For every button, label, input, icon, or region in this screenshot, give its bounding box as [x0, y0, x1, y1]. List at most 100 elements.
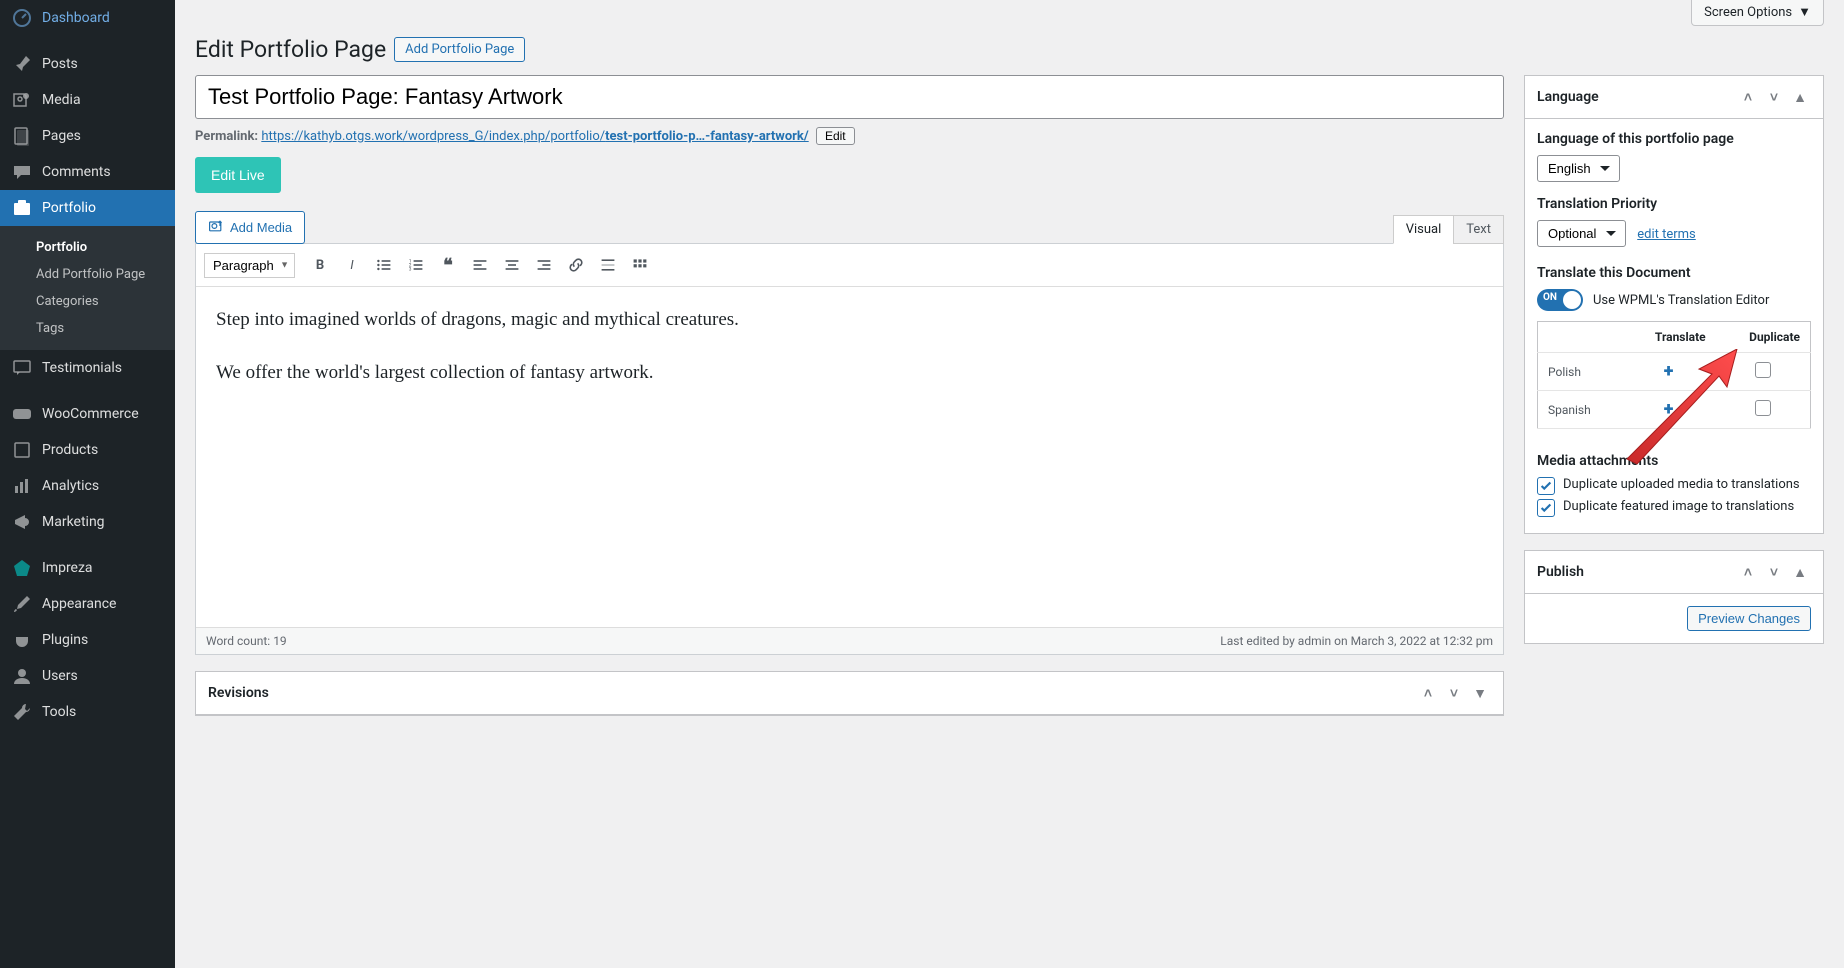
post-title-input[interactable]: [195, 75, 1504, 119]
tab-text[interactable]: Text: [1453, 215, 1504, 244]
move-down-button[interactable]: ˅: [1763, 86, 1785, 108]
menu-comments[interactable]: Comments: [0, 154, 175, 190]
menu-label: Pages: [42, 128, 81, 144]
menu-plugins[interactable]: Plugins: [0, 622, 175, 658]
move-up-button[interactable]: ˄: [1417, 682, 1439, 704]
menu-label: Testimonials: [42, 360, 122, 376]
translate-doc-label: Translate this Document: [1537, 265, 1811, 281]
duplicate-checkbox[interactable]: [1755, 362, 1771, 378]
tab-visual[interactable]: Visual: [1393, 215, 1455, 244]
block-format-select[interactable]: Paragraph: [204, 253, 295, 278]
menu-label: Impreza: [42, 560, 93, 576]
translate-plus-icon[interactable]: +: [1664, 399, 1674, 420]
menu-label: Marketing: [42, 514, 105, 530]
bullet-list-button[interactable]: [369, 250, 399, 280]
toggle-panel-button[interactable]: ▲: [1789, 86, 1811, 108]
dup-media-label: Duplicate uploaded media to translations: [1563, 477, 1800, 492]
menu-impreza[interactable]: Impreza: [0, 550, 175, 586]
duplicate-checkbox[interactable]: [1755, 400, 1771, 416]
bold-button[interactable]: B: [305, 250, 335, 280]
brush-icon: [12, 594, 32, 614]
menu-users[interactable]: Users: [0, 658, 175, 694]
menu-woocommerce[interactable]: WooCommerce: [0, 396, 175, 432]
last-edited: Last edited by admin on March 3, 2022 at…: [1220, 634, 1493, 648]
menu-posts[interactable]: Posts: [0, 46, 175, 82]
submenu-portfolio-list[interactable]: Portfolio: [0, 234, 175, 261]
italic-button[interactable]: I: [337, 250, 367, 280]
svg-text:3: 3: [409, 267, 412, 273]
pin-icon: [12, 54, 32, 74]
menu-products[interactable]: Products: [0, 432, 175, 468]
add-portfolio-page-button[interactable]: Add Portfolio Page: [394, 37, 525, 62]
menu-label: Plugins: [42, 632, 88, 648]
menu-appearance[interactable]: Appearance: [0, 586, 175, 622]
toggle-panel-button[interactable]: ▲: [1789, 561, 1811, 583]
pages-icon: [12, 126, 32, 146]
move-up-button[interactable]: ˄: [1737, 86, 1759, 108]
move-down-button[interactable]: ˅: [1443, 682, 1465, 704]
publish-title: Publish: [1537, 564, 1584, 580]
edit-terms-link[interactable]: edit terms: [1637, 227, 1696, 242]
dashboard-icon: [12, 8, 32, 28]
align-center-button[interactable]: [497, 250, 527, 280]
chevron-down-icon: ▼: [1798, 4, 1811, 20]
add-media-button[interactable]: Add Media: [195, 211, 305, 244]
menu-tools[interactable]: Tools: [0, 694, 175, 730]
permalink-link[interactable]: https://kathyb.otgs.work/wordpress_G/ind…: [261, 129, 808, 144]
toggle-panel-button[interactable]: ▼: [1469, 682, 1491, 704]
edit-slug-button[interactable]: Edit: [816, 127, 855, 145]
revisions-panel: Revisions ˄ ˅ ▼: [195, 671, 1504, 716]
lang-name: Polish: [1538, 353, 1622, 391]
toggle-label: Use WPML's Translation Editor: [1593, 293, 1769, 308]
readmore-button[interactable]: [593, 250, 623, 280]
testimonial-icon: [12, 358, 32, 378]
link-button[interactable]: [561, 250, 591, 280]
admin-sidebar: Dashboard Posts Media Pages Comments Por…: [0, 0, 175, 968]
dup-media-checkbox[interactable]: [1537, 477, 1555, 495]
edit-live-button[interactable]: Edit Live: [195, 157, 281, 193]
dup-featured-checkbox[interactable]: [1537, 499, 1555, 517]
priority-select[interactable]: Optional: [1537, 220, 1626, 247]
translation-editor-toggle[interactable]: [1537, 289, 1583, 311]
menu-portfolio[interactable]: Portfolio: [0, 190, 175, 226]
toolbar-toggle-button[interactable]: [625, 250, 655, 280]
woocommerce-icon: [12, 404, 32, 424]
move-down-button[interactable]: ˅: [1763, 561, 1785, 583]
media-icon: [12, 90, 32, 110]
content-editor[interactable]: Step into imagined worlds of dragons, ma…: [196, 287, 1503, 627]
wrench-icon: [12, 702, 32, 722]
menu-label: Users: [42, 668, 78, 684]
blockquote-button[interactable]: ❝: [433, 250, 463, 280]
align-left-button[interactable]: [465, 250, 495, 280]
menu-media[interactable]: Media: [0, 82, 175, 118]
align-right-button[interactable]: [529, 250, 559, 280]
priority-label: Translation Priority: [1537, 196, 1811, 212]
publish-panel: Publish ˄ ˅ ▲ Preview Changes: [1524, 550, 1824, 644]
add-media-label: Add Media: [230, 220, 292, 235]
numbered-list-button[interactable]: 123: [401, 250, 431, 280]
menu-label: Dashboard: [42, 10, 110, 26]
comment-icon: [12, 162, 32, 182]
screen-options-button[interactable]: Screen Options ▼: [1691, 0, 1824, 26]
menu-testimonials[interactable]: Testimonials: [0, 350, 175, 386]
page-title: Edit Portfolio Page: [195, 36, 386, 63]
camera-icon: [208, 218, 224, 237]
submenu-portfolio-categories[interactable]: Categories: [0, 288, 175, 315]
revisions-title: Revisions: [208, 685, 269, 701]
submenu-portfolio-add[interactable]: Add Portfolio Page: [0, 261, 175, 288]
translate-plus-icon[interactable]: +: [1664, 361, 1674, 382]
submenu-portfolio-tags[interactable]: Tags: [0, 315, 175, 342]
menu-dashboard[interactable]: Dashboard: [0, 0, 175, 36]
media-attachments-label: Media attachments: [1537, 453, 1811, 469]
editor-box: Paragraph B I 123 ❝ Step in: [195, 243, 1504, 655]
submenu-portfolio: Portfolio Add Portfolio Page Categories …: [0, 226, 175, 350]
language-select[interactable]: English: [1537, 155, 1620, 182]
th-translate: Translate: [1622, 322, 1716, 353]
menu-marketing[interactable]: Marketing: [0, 504, 175, 540]
preview-changes-button[interactable]: Preview Changes: [1687, 606, 1811, 631]
move-up-button[interactable]: ˄: [1737, 561, 1759, 583]
menu-label: WooCommerce: [42, 406, 139, 422]
menu-pages[interactable]: Pages: [0, 118, 175, 154]
menu-analytics[interactable]: Analytics: [0, 468, 175, 504]
permalink-row: Permalink: https://kathyb.otgs.work/word…: [195, 127, 1504, 145]
